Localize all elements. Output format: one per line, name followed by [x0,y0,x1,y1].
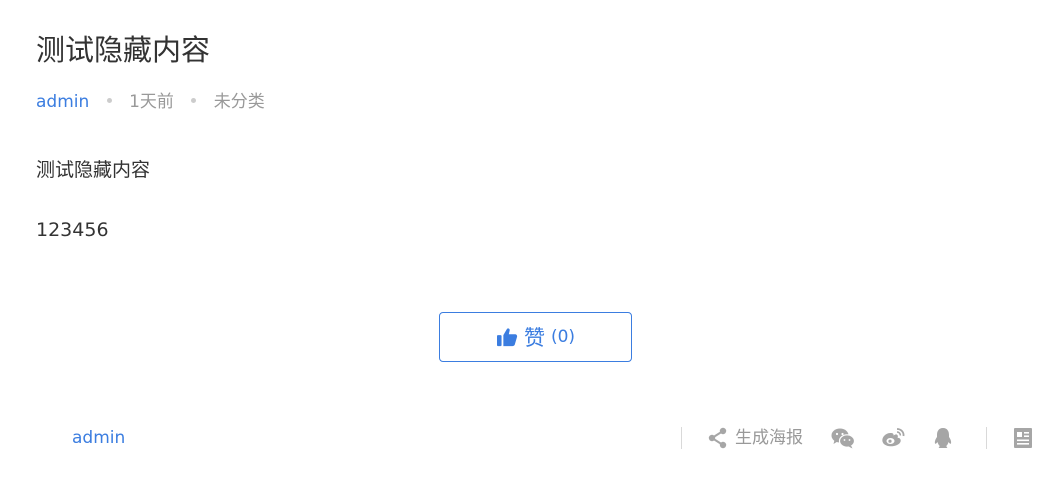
divider [681,427,682,449]
content-paragraph: 123456 [36,219,109,241]
meta-separator [191,97,197,103]
post-meta: admin 1天前 未分类 [36,90,265,114]
footer-author[interactable]: admin [72,426,125,450]
document-icon[interactable] [1012,427,1034,449]
like-label: 赞 [523,326,545,350]
post-category[interactable]: 未分类 [214,92,265,112]
thumbs-up-icon [496,328,518,347]
author-link[interactable]: admin [36,92,89,112]
page-title: 测试隐藏内容 [36,33,211,67]
like-button[interactable]: 赞 (0) [439,312,632,362]
share-icon [708,427,727,449]
qq-icon[interactable] [931,427,955,449]
like-count: (0) [550,327,576,347]
meta-separator [106,97,112,103]
post-time: 1天前 [129,92,174,112]
poster-label: 生成海报 [735,428,803,448]
post-content: 测试隐藏内容 123456 [36,157,150,243]
generate-poster-button[interactable]: 生成海报 [707,426,803,450]
wechat-icon[interactable] [831,427,855,449]
content-paragraph: 测试隐藏内容 [36,159,151,181]
weibo-icon[interactable] [881,427,905,449]
divider [986,427,987,449]
